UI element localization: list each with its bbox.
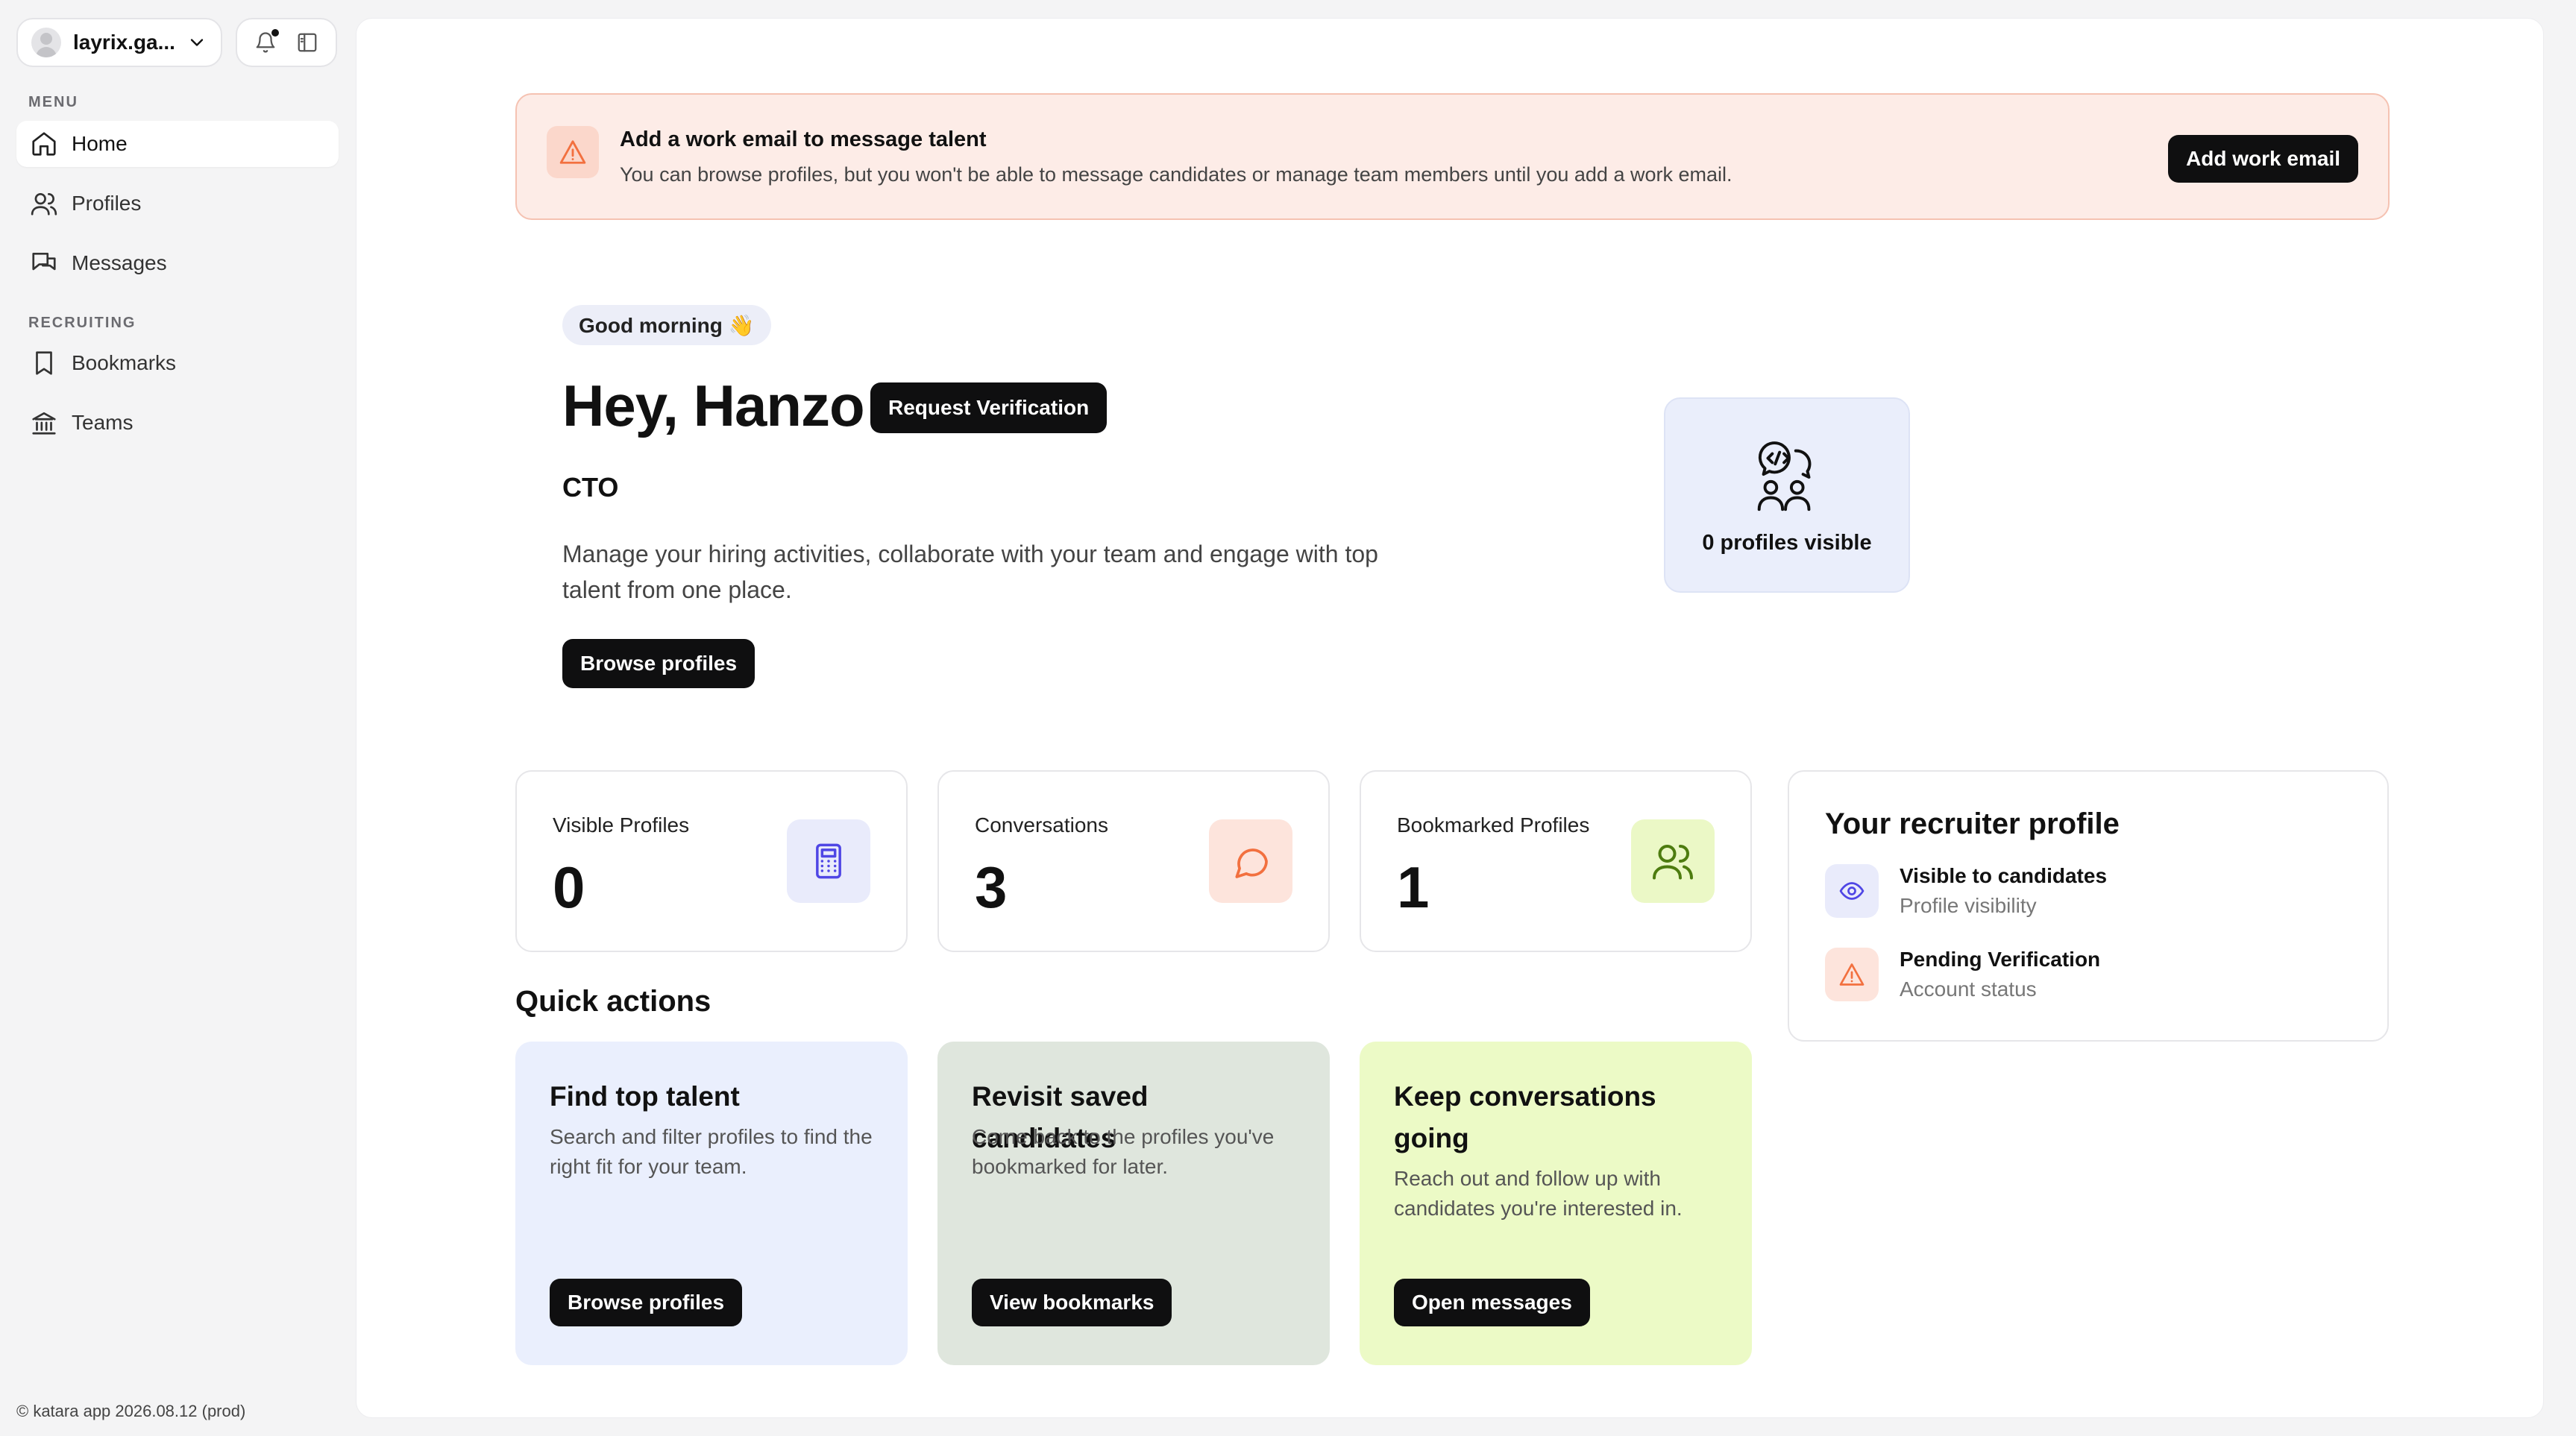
stat-label: Conversations [975, 813, 1108, 837]
chevron-down-icon [190, 39, 204, 46]
quick-actions-title: Quick actions [515, 985, 711, 1018]
stat-value: 3 [975, 854, 1008, 920]
intro-text: Manage your hiring activities, collabora… [562, 541, 1378, 603]
toggle-sidebar-button[interactable] [292, 28, 322, 57]
account-name: layrix.ga... [73, 31, 175, 54]
sidebar-item-teams[interactable]: Teams [16, 400, 339, 446]
sidebar-item-messages[interactable]: Messages [16, 240, 339, 286]
sidebar-item-label: Home [72, 132, 128, 155]
recruiter-profile-card: Your recruiter profile Visible to candid… [1788, 770, 2389, 1042]
version-footer: © katara app 2026.08.12 (prod) [16, 1402, 246, 1420]
sidebar-item-label: Bookmarks [72, 351, 177, 374]
quick-action-text: Reach out and follow up with candidates … [1394, 1167, 1683, 1220]
stat-card-visible-profiles[interactable]: Visible Profiles 0 [515, 770, 908, 952]
stat-value: 0 [553, 854, 585, 920]
visibility-subtitle: Profile visibility [1900, 894, 2037, 917]
warning-icon [547, 126, 599, 178]
status-title: Pending Verification [1900, 948, 2101, 971]
stat-card-bookmarked-profiles[interactable]: Bookmarked Profiles 1 [1360, 770, 1752, 952]
add-work-email-button[interactable]: Add work email [2168, 135, 2358, 183]
quick-action-find-talent: Find top talent Search and filter profil… [515, 1042, 908, 1365]
building-icon [32, 412, 56, 435]
page-title: Hey, Hanzo [562, 373, 865, 438]
quick-action-conversations: Keep conversations going Reach out and f… [1360, 1042, 1752, 1365]
eye-icon [1825, 864, 1879, 918]
request-verification-button[interactable]: Request Verification [870, 382, 1108, 433]
sidebar-item-label: Messages [72, 251, 167, 274]
sidebar-toggle-icon [298, 33, 317, 52]
chat-icon [1209, 819, 1292, 903]
header-icon-bar [236, 18, 337, 67]
quick-action-title: Keep conversations going [1394, 1081, 1656, 1153]
greeting-badge: Good morning 👋 [562, 305, 771, 345]
users-icon [31, 192, 57, 215]
account-switcher[interactable]: layrix.ga... [16, 18, 222, 67]
notification-dot [271, 29, 279, 37]
quick-action-title: Find top talent [550, 1081, 740, 1112]
messages-icon [32, 252, 56, 271]
browse-profiles-button[interactable]: Browse profiles [562, 639, 755, 688]
home-icon [32, 132, 56, 156]
account-status-row: Pending Verification Account status [1825, 948, 2100, 1001]
sidebar-item-home[interactable]: Home [16, 121, 339, 167]
browse-profiles-action-button[interactable]: Browse profiles [550, 1279, 743, 1326]
main-panel: Add a work email to message talent You c… [356, 18, 2544, 1418]
view-bookmarks-button[interactable]: View bookmarks [972, 1279, 1172, 1326]
sidebar: layrix.ga... MENU Home Profiles Messages… [0, 0, 356, 1436]
sidebar-item-label: Profiles [72, 192, 142, 215]
warning-icon [1825, 948, 1879, 1001]
profile-visibility-row: Visible to candidates Profile visibility [1825, 864, 2107, 918]
avatar [31, 28, 61, 57]
work-email-banner: Add a work email to message talent You c… [515, 93, 2390, 220]
user-role: CTO [562, 472, 619, 503]
sidebar-item-bookmarks[interactable]: Bookmarks [16, 340, 339, 386]
bookmark-icon [36, 351, 52, 375]
open-messages-button[interactable]: Open messages [1394, 1279, 1590, 1326]
banner-text: You can browse profiles, but you won't b… [620, 163, 1732, 186]
status-subtitle: Account status [1900, 977, 2037, 1001]
people-icon [1631, 819, 1715, 903]
sidebar-item-profiles[interactable]: Profiles [16, 180, 339, 227]
stat-label: Visible Profiles [553, 813, 690, 837]
stat-value: 1 [1397, 854, 1430, 920]
visibility-title: Visible to candidates [1900, 864, 2108, 887]
banner-title: Add a work email to message talent [620, 127, 987, 151]
quick-action-saved-candidates: Revisit saved candidates Come back to th… [937, 1042, 1330, 1365]
stat-label: Bookmarked Profiles [1397, 813, 1590, 837]
recruiting-section-label: RECRUITING [28, 315, 136, 331]
quick-action-text: Search and filter profiles to find the r… [550, 1125, 873, 1178]
menu-section-label: MENU [28, 94, 78, 110]
recruiter-profile-title: Your recruiter profile [1825, 807, 2120, 840]
profiles-visible-label: 0 profiles visible [1702, 530, 1872, 555]
quick-action-text: Come back to the profiles you've bookmar… [972, 1125, 1275, 1178]
sidebar-item-label: Teams [72, 411, 133, 434]
calculator-icon [787, 819, 870, 903]
stat-card-conversations[interactable]: Conversations 3 [937, 770, 1330, 952]
notifications-button[interactable] [251, 28, 280, 57]
profiles-visible-card: 0 profiles visible [1664, 397, 1910, 593]
developer-group-icon [1757, 441, 1812, 511]
